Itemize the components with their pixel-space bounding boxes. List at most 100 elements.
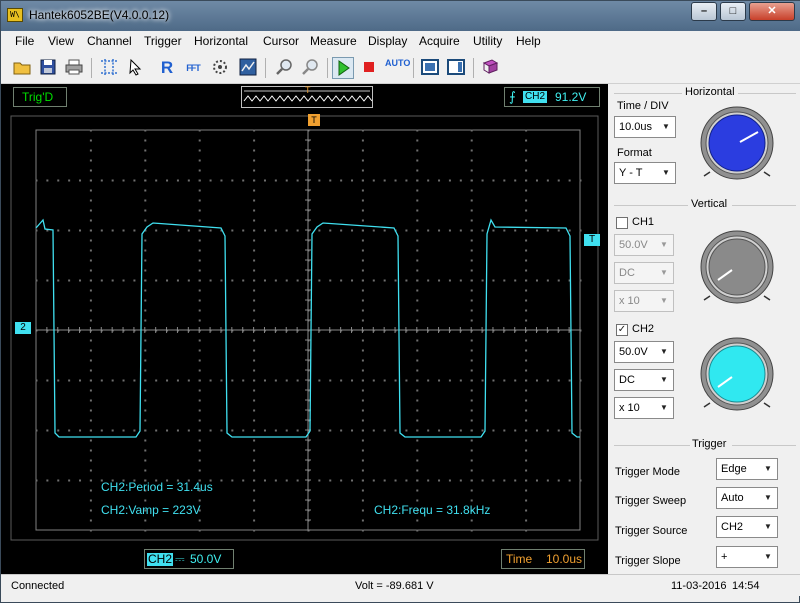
chevron-down-icon: ▼ — [660, 296, 668, 305]
menu-measure[interactable]: Measure — [310, 34, 357, 48]
help-book-icon[interactable] — [479, 57, 501, 79]
dc-coupling-icon: ⎓ — [175, 552, 185, 566]
ch2-probe-value: x 10 — [619, 402, 640, 414]
time-scale-value: 10.0us — [546, 552, 583, 566]
ch1-knob[interactable] — [696, 228, 778, 306]
menu-bar: File View Channel Trigger Horizontal Cur… — [1, 31, 800, 52]
trigger-position-bar[interactable]: T — [241, 85, 373, 108]
trigger-group-title: Trigger — [692, 438, 727, 450]
ch2-ground-marker[interactable]: 2 — [15, 322, 31, 334]
minimize-button[interactable]: – — [691, 2, 717, 21]
menu-utility[interactable]: Utility — [473, 34, 502, 48]
ch2-checkbox[interactable]: ✓ — [616, 324, 628, 336]
chevron-down-icon: ▼ — [660, 268, 668, 277]
trigger-mode-label: Trigger Mode — [615, 466, 681, 478]
pointer-icon[interactable] — [124, 57, 146, 79]
menu-trigger[interactable]: Trigger — [144, 34, 182, 48]
time-div-select[interactable]: 10.0us ▼ — [614, 116, 676, 138]
math-icon[interactable] — [209, 57, 231, 79]
reference-icon[interactable]: R — [156, 57, 178, 79]
auto-icon[interactable]: AUTO — [385, 57, 410, 79]
close-button[interactable]: ✕ — [749, 2, 795, 21]
ch2-scale-box: CH2 ⎓ 50.0V — [144, 549, 234, 569]
ch2-scale-value: 50.0V — [190, 552, 222, 566]
trigger-channel: CH2 — [523, 91, 548, 103]
time-div-value: 10.0us — [619, 121, 653, 133]
time-scale-label: Time — [506, 552, 533, 566]
measurement-freq: CH2:Frequ = 31.8kHz — [374, 503, 491, 517]
run-icon[interactable] — [332, 57, 354, 79]
cursor-cross-icon[interactable] — [98, 57, 120, 79]
chevron-down-icon: ▼ — [764, 493, 772, 502]
chevron-down-icon: ▼ — [662, 168, 670, 177]
maximize-button[interactable]: □ — [720, 2, 746, 21]
measurement-vamp: CH2:Vamp = 223V — [101, 503, 201, 517]
status-time: 14:54 — [732, 580, 760, 592]
toolbar-separator — [413, 58, 414, 78]
zoom-out-icon[interactable] — [299, 57, 321, 79]
scope-display[interactable]: T 2 T CH2:Period = 31.4us CH2:Vamp = 223… — [1, 112, 608, 544]
chevron-down-icon: ▼ — [660, 375, 668, 384]
open-icon[interactable] — [11, 57, 33, 79]
trigger-sweep-label: Trigger Sweep — [615, 495, 687, 507]
menu-acquire[interactable]: Acquire — [419, 34, 460, 48]
chevron-down-icon: ▼ — [764, 552, 772, 561]
ch2-scale-label: CH2 — [147, 552, 174, 566]
scope-screen — [1, 112, 608, 544]
time-knob[interactable] — [696, 104, 778, 182]
ch2-volts-select[interactable]: 50.0V ▼ — [614, 341, 674, 363]
menu-view[interactable]: View — [48, 34, 74, 48]
menu-cursor[interactable]: Cursor — [263, 34, 299, 48]
trigger-info: ⨍ CH2 91.2V — [504, 87, 600, 107]
app-window: W\ Hantek6052BE(V4.0.0.12) – □ ✕ File Vi… — [0, 0, 800, 603]
ch2-label: CH2 — [632, 323, 655, 335]
ch2-probe-select[interactable]: x 10 ▼ — [614, 397, 674, 419]
menu-horizontal[interactable]: Horizontal — [194, 34, 248, 48]
toolbar-separator — [265, 58, 266, 78]
group-line — [732, 445, 796, 446]
menu-channel[interactable]: Channel — [87, 34, 132, 48]
menu-file[interactable]: File — [15, 34, 34, 48]
trigger-slope-select[interactable]: + ▼ — [716, 546, 778, 568]
menu-display[interactable]: Display — [368, 34, 407, 48]
zoom-in-icon[interactable] — [273, 57, 295, 79]
toolbar-separator — [91, 58, 92, 78]
menu-help[interactable]: Help — [516, 34, 541, 48]
wave-icon[interactable] — [237, 57, 259, 79]
format-select[interactable]: Y - T ▼ — [614, 162, 676, 184]
trigger-level-marker[interactable]: T — [584, 234, 600, 246]
trigger-slope-value: + — [721, 551, 728, 563]
trigger-source-select[interactable]: CH2 ▼ — [716, 516, 778, 538]
chevron-down-icon: ▼ — [764, 522, 772, 531]
ch1-probe-select[interactable]: x 10 ▼ — [614, 290, 674, 312]
group-line — [614, 93, 682, 94]
status-bar: Connected Volt = -89.681 V 11-03-2016 14… — [1, 574, 800, 596]
trigger-pos-marker: T — [305, 85, 311, 95]
ch1-coupling-value: DC — [619, 267, 635, 279]
ch1-checkbox[interactable] — [616, 217, 628, 229]
trigger-source-label: Trigger Source — [615, 525, 688, 537]
trigger-mode-value: Edge — [721, 463, 747, 475]
fit-icon[interactable] — [419, 57, 441, 79]
print-icon[interactable] — [63, 57, 85, 79]
trigger-status: Trig'D — [13, 87, 67, 107]
window-title: Hantek6052BE(V4.0.0.12) — [29, 8, 170, 22]
trigger-sweep-select[interactable]: Auto ▼ — [716, 487, 778, 509]
ch2-coupling-select[interactable]: DC ▼ — [614, 369, 674, 391]
ch1-probe-value: x 10 — [619, 295, 640, 307]
panel-icon[interactable] — [445, 57, 467, 79]
chevron-down-icon: ▼ — [660, 403, 668, 412]
ch1-volts-select[interactable]: 50.0V ▼ — [614, 234, 674, 256]
save-icon[interactable] — [37, 57, 59, 79]
vertical-group-title: Vertical — [691, 198, 728, 210]
ch2-knob[interactable] — [696, 335, 778, 413]
stop-icon[interactable] — [358, 57, 380, 79]
chevron-down-icon: ▼ — [764, 464, 772, 473]
time-trigger-marker[interactable]: T — [308, 114, 320, 126]
trigger-mode-select[interactable]: Edge ▼ — [716, 458, 778, 480]
ch1-coupling-select[interactable]: DC ▼ — [614, 262, 674, 284]
fft-icon[interactable]: FFT — [182, 57, 204, 79]
toolbar: R FFT AUTO — [1, 52, 800, 84]
group-line — [614, 445, 690, 446]
time-div-label: Time / DIV — [617, 100, 669, 112]
